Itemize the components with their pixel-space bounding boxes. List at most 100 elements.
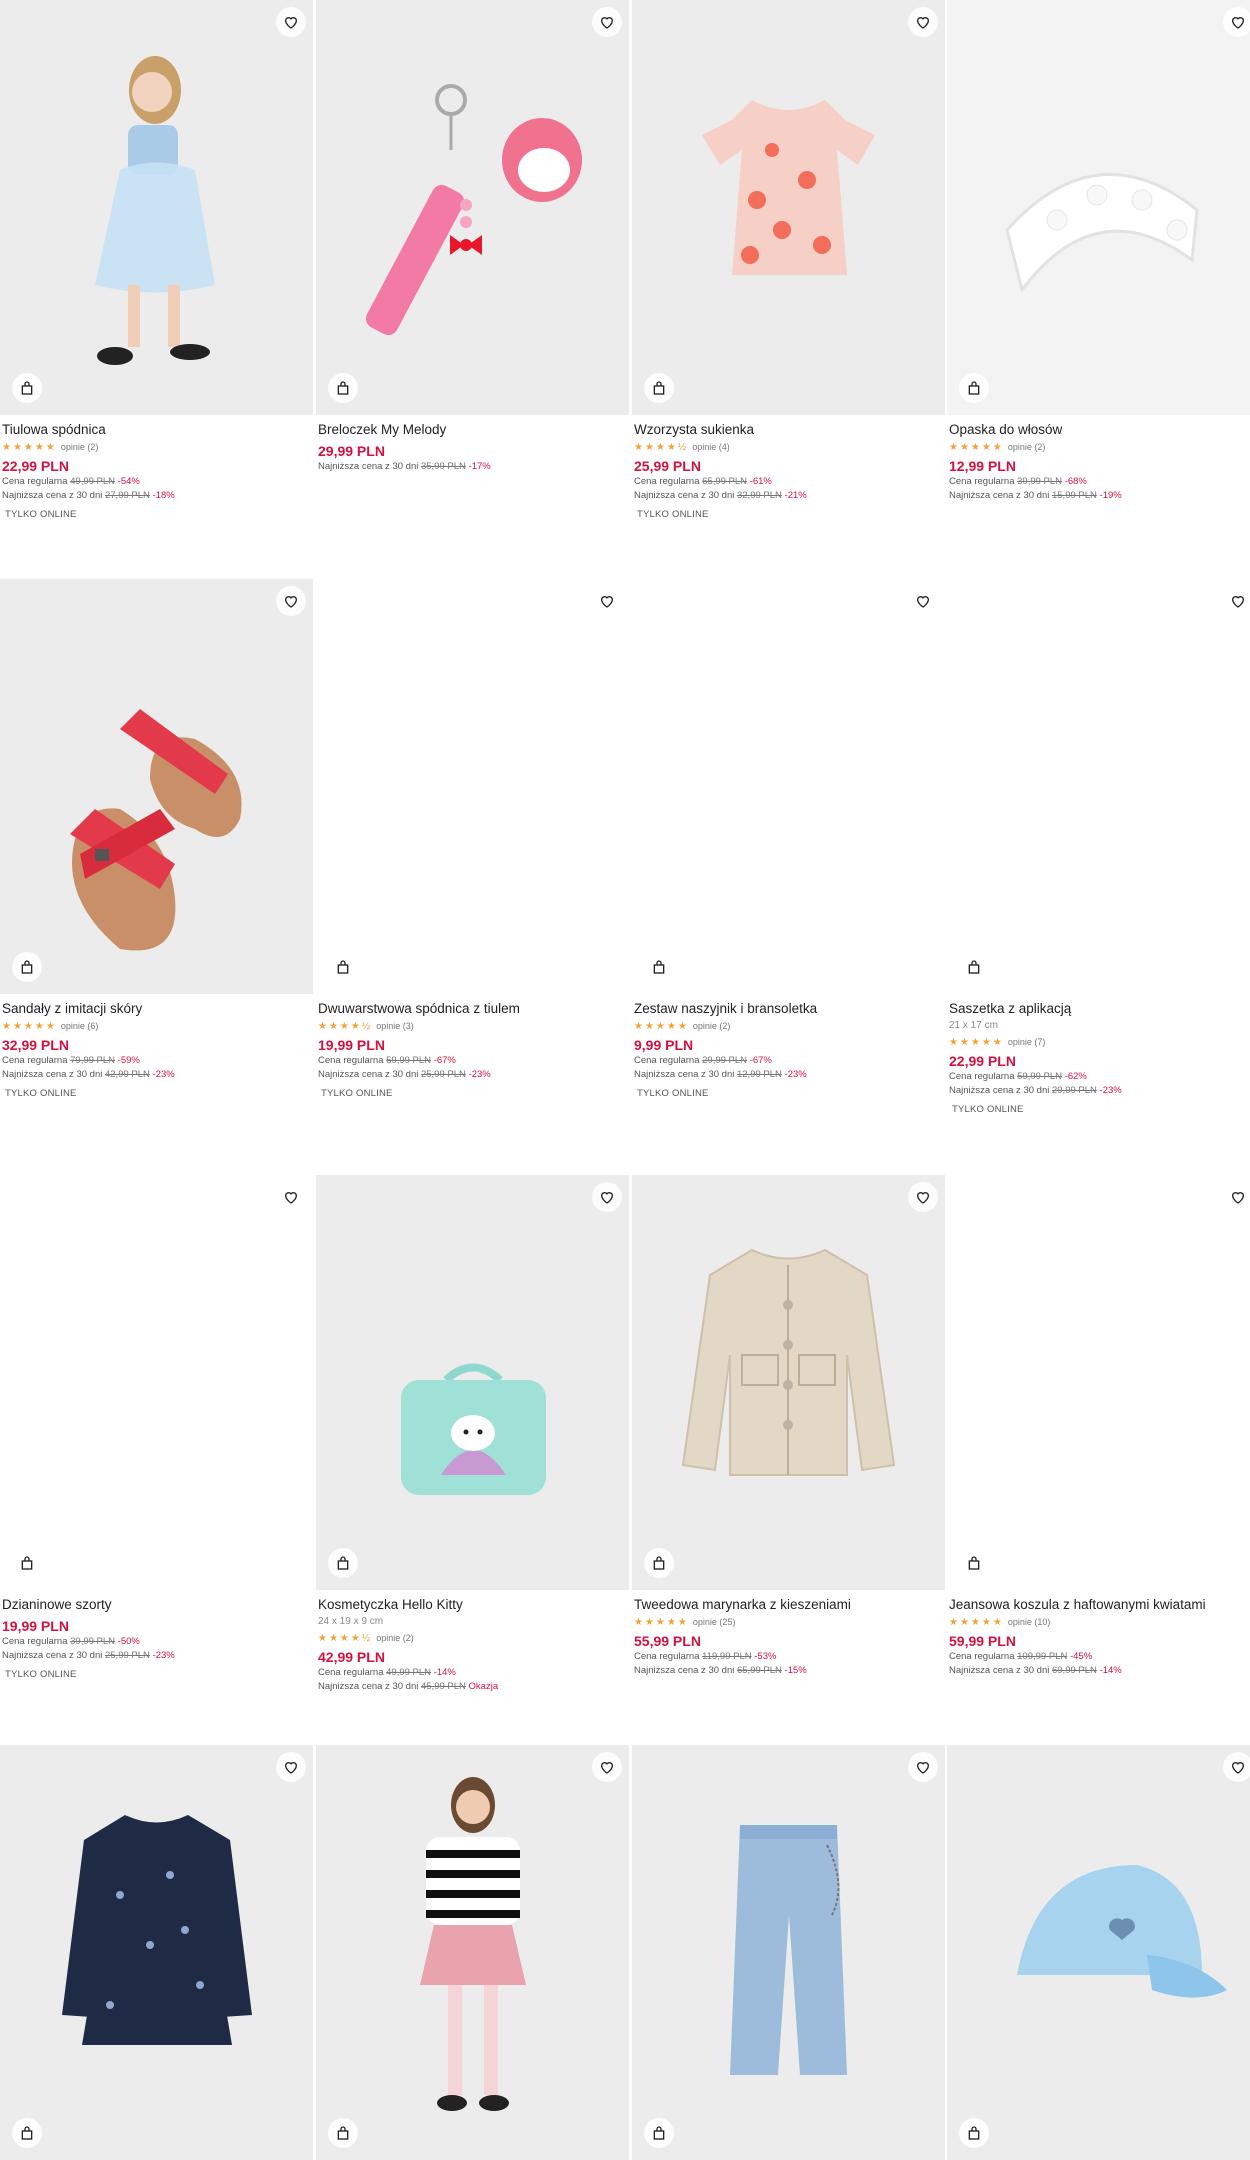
heart-icon [600,1192,614,1204]
product-title[interactable]: Saszetka z aplikacją [949,1000,1250,1018]
wishlist-button[interactable] [592,586,622,616]
product-card[interactable] [632,1745,945,2160]
wishlist-button[interactable] [592,1182,622,1212]
product-title[interactable]: Dzianinowe szorty [2,1596,311,1614]
wishlist-button[interactable] [276,586,306,616]
shopping-bag-icon [337,2126,349,2140]
product-card[interactable]: Jeansowa koszula z haftowanymi kwiatami … [947,1175,1250,1678]
product-price: 19,99 PLN [318,1037,385,1053]
product-image[interactable] [632,0,945,415]
product-price: 55,99 PLN [634,1633,701,1649]
product-price: 22,99 PLN [2,458,69,474]
add-to-cart-button[interactable] [328,2118,358,2148]
product-title[interactable]: Kosmetyczka Hello Kitty [318,1596,627,1614]
product-image[interactable] [316,0,629,415]
add-to-cart-button[interactable] [959,373,989,403]
wishlist-button[interactable] [908,1182,938,1212]
product-card[interactable] [947,1745,1250,2160]
regular-price: Cena regularna 79,99 PLN -59% [2,1055,140,1066]
shopping-bag-icon [337,1556,349,1570]
product-image[interactable] [0,1175,313,1590]
product-title[interactable]: Sandały z imitacji skóry [2,1000,311,1018]
product-image[interactable] [632,579,945,994]
product-card[interactable]: Dwuwarstwowa spódnica z tiulem ★★★★½ opin… [316,579,629,1099]
product-card[interactable]: Zestaw naszyjnik i bransoletka ★★★★★ opin… [632,579,945,1099]
product-title[interactable]: Dwuwarstwowa spódnica z tiulem [318,1000,627,1018]
product-card[interactable] [316,1745,629,2160]
wishlist-button[interactable] [1223,1752,1250,1782]
product-price: 29,99 PLN [318,443,385,459]
product-card[interactable]: Sandały z imitacji skóry ★★★★★ opinie (6)… [0,579,313,1099]
product-price: 32,99 PLN [2,1037,69,1053]
product-card[interactable]: Dzianinowe szorty 19,99 PLN Cena regular… [0,1175,313,1680]
product-card[interactable]: Wzorzysta sukienka ★★★★½ opinie (4) 25,99… [632,0,945,520]
wishlist-button[interactable] [276,1182,306,1212]
product-image[interactable] [316,1745,629,2160]
product-title[interactable]: Tiulowa spódnica [2,421,311,439]
online-only-badge: TYLKO ONLINE [637,1088,709,1099]
shopping-bag-icon [337,381,349,395]
product-card[interactable]: Opaska do włosów ★★★★★ opinie (2) 12,99 P… [947,0,1250,503]
product-image[interactable] [632,1175,945,1590]
add-to-cart-button[interactable] [328,1548,358,1578]
product-title[interactable]: Opaska do włosów [949,421,1250,439]
product-card[interactable]: Saszetka z aplikacją 21 x 17 cm ★★★★★ opi… [947,579,1250,1115]
product-card[interactable]: Breloczek My Melody 29,99 PLN Najniższa … [316,0,629,474]
product-image[interactable] [0,579,313,994]
add-to-cart-button[interactable] [12,2118,42,2148]
add-to-cart-button[interactable] [328,373,358,403]
heart-icon [600,596,614,608]
shopping-bag-icon [968,381,980,395]
product-price: 12,99 PLN [949,458,1016,474]
add-to-cart-button[interactable] [12,952,42,982]
add-to-cart-button[interactable] [959,1548,989,1578]
product-image[interactable] [316,579,629,994]
add-to-cart-button[interactable] [644,373,674,403]
add-to-cart-button[interactable] [644,952,674,982]
add-to-cart-button[interactable] [644,2118,674,2148]
product-title[interactable]: Breloczek My Melody [318,421,627,439]
product-title[interactable]: Jeansowa koszula z haftowanymi kwiatami [949,1596,1250,1614]
wishlist-button[interactable] [908,586,938,616]
add-to-cart-button[interactable] [328,952,358,982]
wishlist-button[interactable] [1223,1182,1250,1212]
product-dimensions: 21 x 17 cm [949,1020,998,1031]
product-card[interactable]: Tweedowa marynarka z kieszeniami ★★★★★ op… [632,1175,945,1678]
product-card[interactable]: Kosmetyczka Hello Kitty 24 x 19 x 9 cm ★… [316,1175,629,1694]
product-title[interactable]: Tweedowa marynarka z kieszeniami [634,1596,943,1614]
wishlist-button[interactable] [1223,586,1250,616]
product-title[interactable]: Zestaw naszyjnik i bransoletka [634,1000,943,1018]
product-card[interactable]: Tiulowa spódnica ★★★★★ opinie (2) 22,99 P… [0,0,313,520]
product-image[interactable] [0,1745,313,2160]
product-title[interactable]: Wzorzysta sukienka [634,421,943,439]
wishlist-button[interactable] [1223,7,1250,37]
product-card[interactable] [0,1745,313,2160]
floral-dress-image [62,1815,252,2045]
striped-sweater-girl-image [420,1777,526,2111]
add-to-cart-button[interactable] [959,952,989,982]
product-image[interactable] [947,1745,1250,2160]
wishlist-button[interactable] [276,1752,306,1782]
add-to-cart-button[interactable] [12,373,42,403]
wishlist-button[interactable] [908,7,938,37]
heart-icon [916,17,930,29]
product-image[interactable] [0,0,313,415]
online-only-badge: TYLKO ONLINE [5,1669,77,1680]
lowest-price: Najniższa cena z 30 dni 65,99 PLN -15% [634,1665,807,1676]
product-image[interactable] [316,1175,629,1590]
product-image[interactable] [632,1745,945,2160]
product-price: 42,99 PLN [318,1649,385,1665]
wishlist-button[interactable] [276,7,306,37]
add-to-cart-button[interactable] [12,1548,42,1578]
wishlist-button[interactable] [908,1752,938,1782]
lowest-price: Najniższa cena z 30 dni 69,99 PLN -14% [949,1665,1122,1676]
wishlist-button[interactable] [592,7,622,37]
add-to-cart-button[interactable] [644,1548,674,1578]
product-image[interactable] [947,1175,1250,1590]
product-image[interactable] [947,0,1250,415]
cosmetic-bag-image [401,1363,546,1495]
wishlist-button[interactable] [592,1752,622,1782]
product-image[interactable] [947,579,1250,994]
shopping-bag-icon [653,960,665,974]
add-to-cart-button[interactable] [959,2118,989,2148]
